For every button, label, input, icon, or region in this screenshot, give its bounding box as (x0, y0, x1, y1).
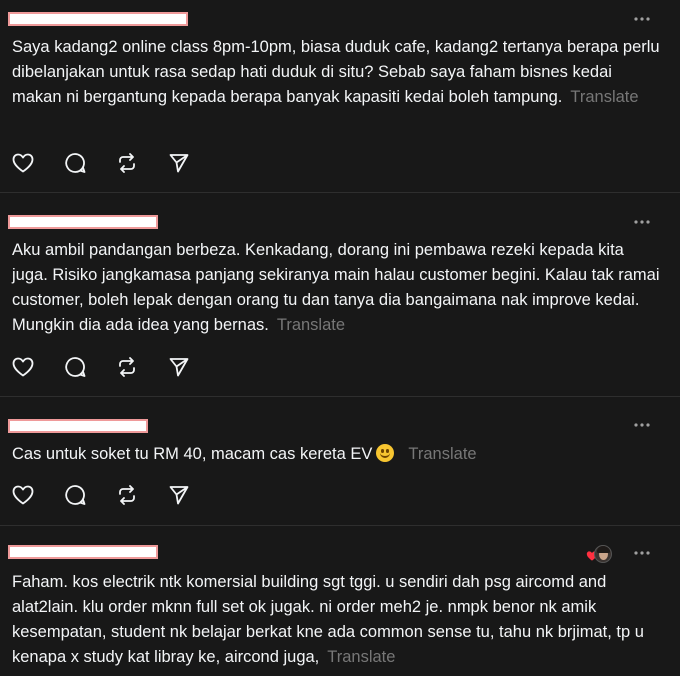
heart-icon (12, 357, 34, 377)
more-dots-icon (634, 220, 650, 224)
more-dots-icon (634, 423, 650, 427)
post-actions (12, 356, 220, 378)
more-options-button[interactable] (630, 546, 654, 560)
post-text: Faham. kos electrik ntk komersial buildi… (12, 570, 662, 670)
repost-icon (119, 357, 135, 377)
translate-link[interactable]: Translate (277, 316, 345, 334)
liked-by-avatars[interactable] (586, 545, 616, 563)
post-body: Saya kadang2 online class 8pm-10pm, bias… (12, 38, 660, 106)
reply-button[interactable] (64, 356, 86, 378)
post-divider (0, 396, 680, 397)
translate-link[interactable]: Translate (570, 88, 638, 106)
translate-link[interactable]: Translate (408, 445, 476, 463)
more-dots-icon (634, 551, 650, 555)
more-dots-icon (634, 17, 650, 21)
post-text: Cas untuk soket tu RM 40, macam cas kere… (12, 442, 662, 467)
send-icon (169, 154, 189, 173)
reply-button[interactable] (64, 484, 86, 506)
repost-button[interactable] (116, 484, 138, 506)
post-text: Aku ambil pandangan berbeza. Kenkadang, … (12, 238, 662, 338)
like-button[interactable] (12, 484, 34, 506)
repost-icon (119, 153, 135, 173)
post-body: Cas untuk soket tu RM 40, macam cas kere… (12, 445, 373, 463)
repost-button[interactable] (116, 152, 138, 174)
post-text: Saya kadang2 online class 8pm-10pm, bias… (12, 35, 662, 110)
redacted-username[interactable] (8, 215, 158, 229)
redacted-username[interactable] (8, 545, 158, 559)
send-icon (169, 486, 189, 505)
post-divider (0, 192, 680, 193)
more-options-button[interactable] (630, 418, 654, 432)
redacted-username[interactable] (8, 419, 148, 433)
post-actions (12, 152, 220, 174)
comment-icon (65, 357, 86, 377)
send-icon (169, 358, 189, 377)
comment-icon (65, 153, 86, 173)
more-options-button[interactable] (630, 215, 654, 229)
more-options-button[interactable] (630, 12, 654, 26)
repost-icon (119, 485, 135, 505)
post-divider (0, 525, 680, 526)
comment-icon (65, 485, 86, 505)
avatar (594, 545, 612, 563)
share-button[interactable] (168, 356, 190, 378)
share-button[interactable] (168, 484, 190, 506)
reply-button[interactable] (64, 152, 86, 174)
post-actions (12, 484, 220, 506)
redacted-username[interactable] (8, 12, 188, 26)
like-button[interactable] (12, 356, 34, 378)
share-button[interactable] (168, 152, 190, 174)
translate-link[interactable]: Translate (327, 648, 395, 666)
heart-icon (12, 485, 34, 505)
repost-button[interactable] (116, 356, 138, 378)
heart-icon (12, 153, 34, 173)
smiling-face-icon (376, 444, 395, 462)
like-button[interactable] (12, 152, 34, 174)
